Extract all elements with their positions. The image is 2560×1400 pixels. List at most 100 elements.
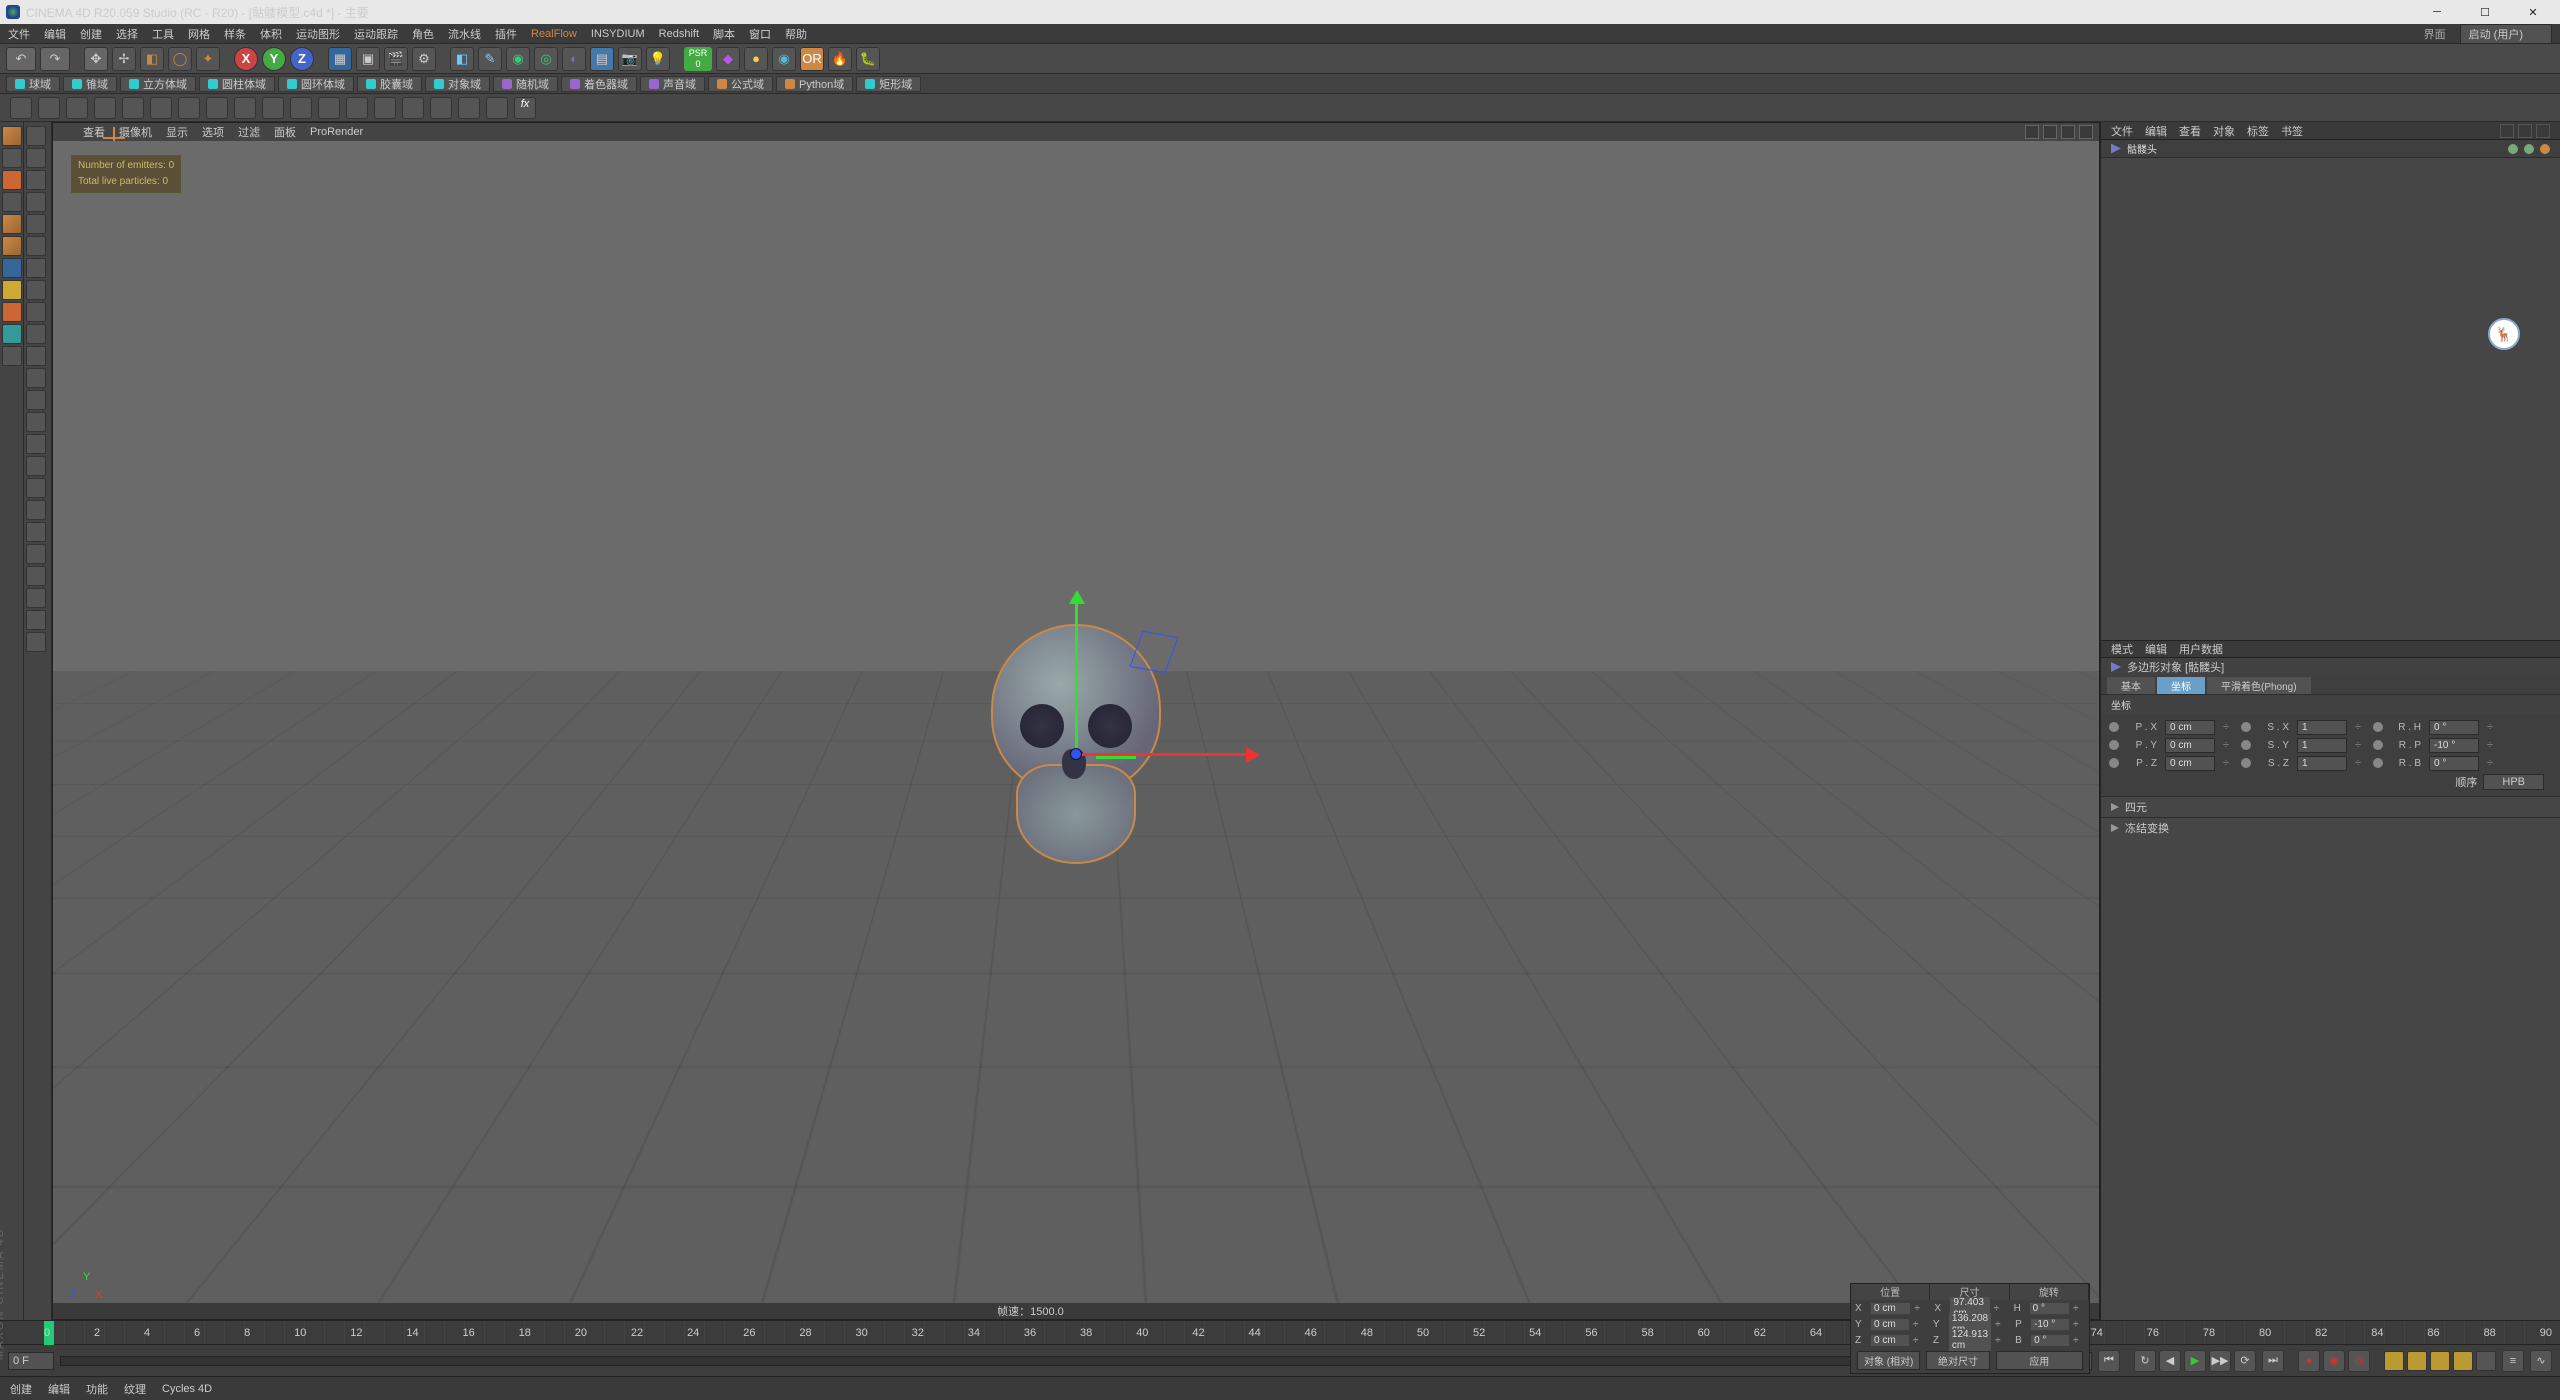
snap-1[interactable] [26, 126, 46, 146]
expander-quat[interactable]: 四元 [2101, 796, 2560, 817]
key-scale[interactable] [2407, 1351, 2427, 1371]
p-btn-3[interactable] [66, 97, 88, 119]
menu-help[interactable]: 帮助 [785, 26, 807, 42]
cp-size-select[interactable]: 绝对尺寸 [1926, 1351, 1989, 1370]
p-btn-8[interactable] [206, 97, 228, 119]
tool-e[interactable]: 🔥 [828, 47, 852, 71]
tab-coord[interactable]: 坐标 [2157, 677, 2205, 694]
anim-dot[interactable] [2373, 740, 2383, 750]
minimize-button[interactable]: ─ [2422, 3, 2452, 21]
snap-19[interactable] [26, 522, 46, 542]
generator2[interactable]: ◎ [534, 47, 558, 71]
anim-dot[interactable] [2109, 758, 2119, 768]
menu-redshift[interactable]: Redshift [659, 28, 699, 40]
axis-x-toggle[interactable]: X [234, 47, 258, 71]
p-btn-5[interactable] [122, 97, 144, 119]
snap-11[interactable] [26, 346, 46, 366]
snap-4[interactable] [26, 192, 46, 212]
om-file[interactable]: 文件 [2111, 123, 2133, 139]
vp-menu-panel[interactable]: 面板 [274, 124, 296, 140]
expander-freeze[interactable]: 冻结变换 [2101, 817, 2560, 838]
p-btn-4[interactable] [94, 97, 116, 119]
field-cone[interactable]: 锥域 [63, 76, 117, 92]
mode-axis[interactable] [2, 258, 22, 278]
anim-dot[interactable] [2109, 722, 2119, 732]
mm-edit[interactable]: 编辑 [48, 1381, 70, 1397]
phong-tag-icon[interactable] [2540, 144, 2550, 154]
snap-9[interactable] [26, 302, 46, 322]
py[interactable]: 0 cm [2165, 738, 2215, 753]
anim-dot[interactable] [2241, 758, 2251, 768]
undo-button[interactable]: ↶ [6, 47, 36, 71]
mode-model[interactable] [2, 126, 22, 146]
layout-select[interactable]: 启动 (用户) [2460, 24, 2552, 44]
loop-button[interactable]: ↻ [2134, 1350, 2156, 1372]
vp-nav-4[interactable] [2079, 125, 2093, 139]
mode-workplane[interactable] [2, 170, 22, 190]
p-btn-6[interactable] [150, 97, 172, 119]
primitive-cube[interactable]: ◧ [450, 47, 474, 71]
dopesheet[interactable]: ≡ [2502, 1350, 2524, 1372]
render-pv[interactable]: 🎬 [384, 47, 408, 71]
om-max-icon[interactable] [2536, 124, 2550, 138]
mode-uv[interactable] [2, 302, 22, 322]
rh[interactable]: 0 ° [2429, 720, 2479, 735]
snap-8[interactable] [26, 280, 46, 300]
anim-dot[interactable] [2241, 740, 2251, 750]
anim-dot[interactable] [2373, 722, 2383, 732]
snap-20[interactable] [26, 544, 46, 564]
menu-insydium[interactable]: INSYDIUM [591, 28, 645, 40]
lasttool[interactable]: ✦ [196, 47, 220, 71]
axis-y-toggle[interactable]: Y [262, 47, 286, 71]
menu-pipeline[interactable]: 流水线 [448, 26, 481, 42]
p-btn-fx[interactable]: fx [514, 97, 536, 119]
select-tool[interactable]: ✥ [84, 47, 108, 71]
vp-menu-options[interactable]: 选项 [202, 124, 224, 140]
snap-21[interactable] [26, 566, 46, 586]
vp-nav-3[interactable] [2061, 125, 2075, 139]
p-btn-17[interactable] [458, 97, 480, 119]
anim-dot[interactable] [2373, 758, 2383, 768]
close-button[interactable]: ✕ [2518, 3, 2548, 21]
px[interactable]: 0 cm [2165, 720, 2215, 735]
gizmo-z-axis[interactable] [1070, 748, 1082, 760]
scale-tool[interactable]: ◧ [140, 47, 164, 71]
psr-button[interactable]: PSR0 [684, 47, 712, 71]
vp-nav-2[interactable] [2043, 125, 2057, 139]
generator[interactable]: ◉ [506, 47, 530, 71]
attr-mode[interactable]: 模式 [2111, 641, 2133, 657]
field-cylinder[interactable]: 圆柱体域 [199, 76, 275, 92]
coord-system[interactable]: ▦ [328, 47, 352, 71]
mode-texture[interactable] [2, 148, 22, 168]
snap-10[interactable] [26, 324, 46, 344]
snap-14[interactable] [26, 412, 46, 432]
object-manager-body[interactable]: 🦌 [2101, 158, 2560, 640]
menu-spline[interactable]: 样条 [224, 26, 246, 42]
vp-menu-filter[interactable]: 过滤 [238, 124, 260, 140]
menu-mesh[interactable]: 网格 [188, 26, 210, 42]
snap-23[interactable] [26, 610, 46, 630]
mode-snap[interactable] [2, 324, 22, 344]
axis-z-toggle[interactable]: Z [290, 47, 314, 71]
menu-plugins[interactable]: 插件 [495, 26, 517, 42]
play-button[interactable]: ▶ [2184, 1350, 2206, 1372]
cp-mode-select[interactable]: 对象 (相对) [1857, 1351, 1920, 1370]
order-select[interactable]: HPB [2483, 774, 2544, 790]
vp-menu-prorender[interactable]: ProRender [310, 126, 363, 138]
spline-pen[interactable]: ✎ [478, 47, 502, 71]
mode-poly[interactable] [2, 236, 22, 256]
tool-c[interactable]: ◉ [772, 47, 796, 71]
menu-realflow[interactable]: RealFlow [531, 28, 577, 40]
om-search-icon[interactable] [2500, 124, 2514, 138]
tool-d[interactable]: OR [800, 47, 824, 71]
field-shader[interactable]: 着色器域 [561, 76, 637, 92]
menu-window[interactable]: 窗口 [749, 26, 771, 42]
menu-script[interactable]: 脚本 [713, 26, 735, 42]
step-back[interactable]: ◀ [2159, 1350, 2181, 1372]
snap-17[interactable] [26, 478, 46, 498]
object-row-skull[interactable]: 骷髅头 [2101, 140, 2560, 158]
om-view[interactable]: 查看 [2179, 123, 2201, 139]
menu-mograph[interactable]: 运动图形 [296, 26, 340, 42]
cycle-button[interactable]: ⟳ [2234, 1350, 2256, 1372]
gizmo-y-axis[interactable] [1075, 594, 1078, 754]
